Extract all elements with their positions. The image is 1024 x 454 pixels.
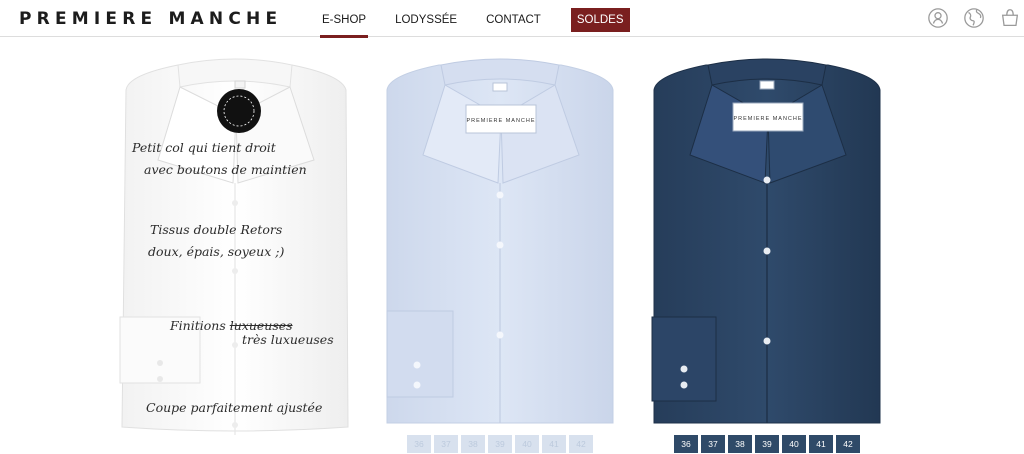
annotation-collar-2: avec boutons de maintien [144,162,307,177]
size-option[interactable]: 38 [728,435,752,453]
brand-logo[interactable]: PREMIERE MANCHE [19,9,282,29]
account-icon[interactable] [924,6,952,30]
size-option[interactable]: 42 [836,435,860,453]
light-blue-shirt-image: PREMIERE MANCHE [386,58,614,424]
size-option[interactable]: 39 [488,435,512,453]
annotation-collar-1: Petit col qui tient droit [132,140,276,155]
annotation-finish-1: Finitions luxueuses [170,319,293,333]
annotation-finish-struck: luxueuses [229,318,293,333]
nav-lodyssee[interactable]: LODYSSÉE [395,0,457,37]
header-icons [916,6,1024,30]
size-option[interactable]: 40 [782,435,806,453]
size-option[interactable]: 36 [674,435,698,453]
annotation-fit: Coupe parfaitement ajustée [146,400,323,415]
size-option[interactable]: 41 [809,435,833,453]
size-selector: 36 37 38 39 40 41 42 [674,435,860,453]
denim-shirt-image: PREMIERE MANCHE [651,58,881,424]
product-light-blue-shirt[interactable]: PREMIERE MANCHE 36 37 38 39 40 41 42 [383,55,617,453]
brand-label-text: PREMIERE MANCHE [466,118,535,124]
size-option[interactable]: 39 [755,435,779,453]
annotation-finish-word: Finitions [170,318,226,333]
product-white-shirt[interactable]: Petit col qui tient droit avec boutons d… [118,55,352,435]
size-option[interactable]: 40 [515,435,539,453]
main-nav: E-SHOP LODYSSÉE CONTACT SOLDES [319,0,630,38]
size-selector: 36 37 38 39 40 41 42 [407,435,593,453]
size-option[interactable]: 42 [569,435,593,453]
size-option[interactable]: 41 [542,435,566,453]
brand-label-text: PREMIERE MANCHE [733,116,802,122]
cart-icon[interactable] [996,6,1024,30]
nav-contact[interactable]: CONTACT [486,0,541,37]
size-option[interactable]: 37 [434,435,458,453]
globe-icon[interactable] [960,6,988,30]
nav-eshop[interactable]: E-SHOP [319,0,369,38]
annotation-finish-2: très luxueuses [242,332,334,347]
size-option[interactable]: 36 [407,435,431,453]
annotation-fabric-2: doux, épais, soyeux ;) [148,244,285,259]
size-option[interactable]: 37 [701,435,725,453]
nav-soldes[interactable]: SOLDES [570,7,630,32]
site-header: PREMIERE MANCHE E-SHOP LODYSSÉE CONTACT … [0,0,1024,38]
product-denim-shirt[interactable]: PREMIERE MANCHE 36 37 38 39 40 41 42 [650,55,884,453]
annotation-fabric-1: Tissus double Retors [150,222,283,237]
size-option[interactable]: 38 [461,435,485,453]
